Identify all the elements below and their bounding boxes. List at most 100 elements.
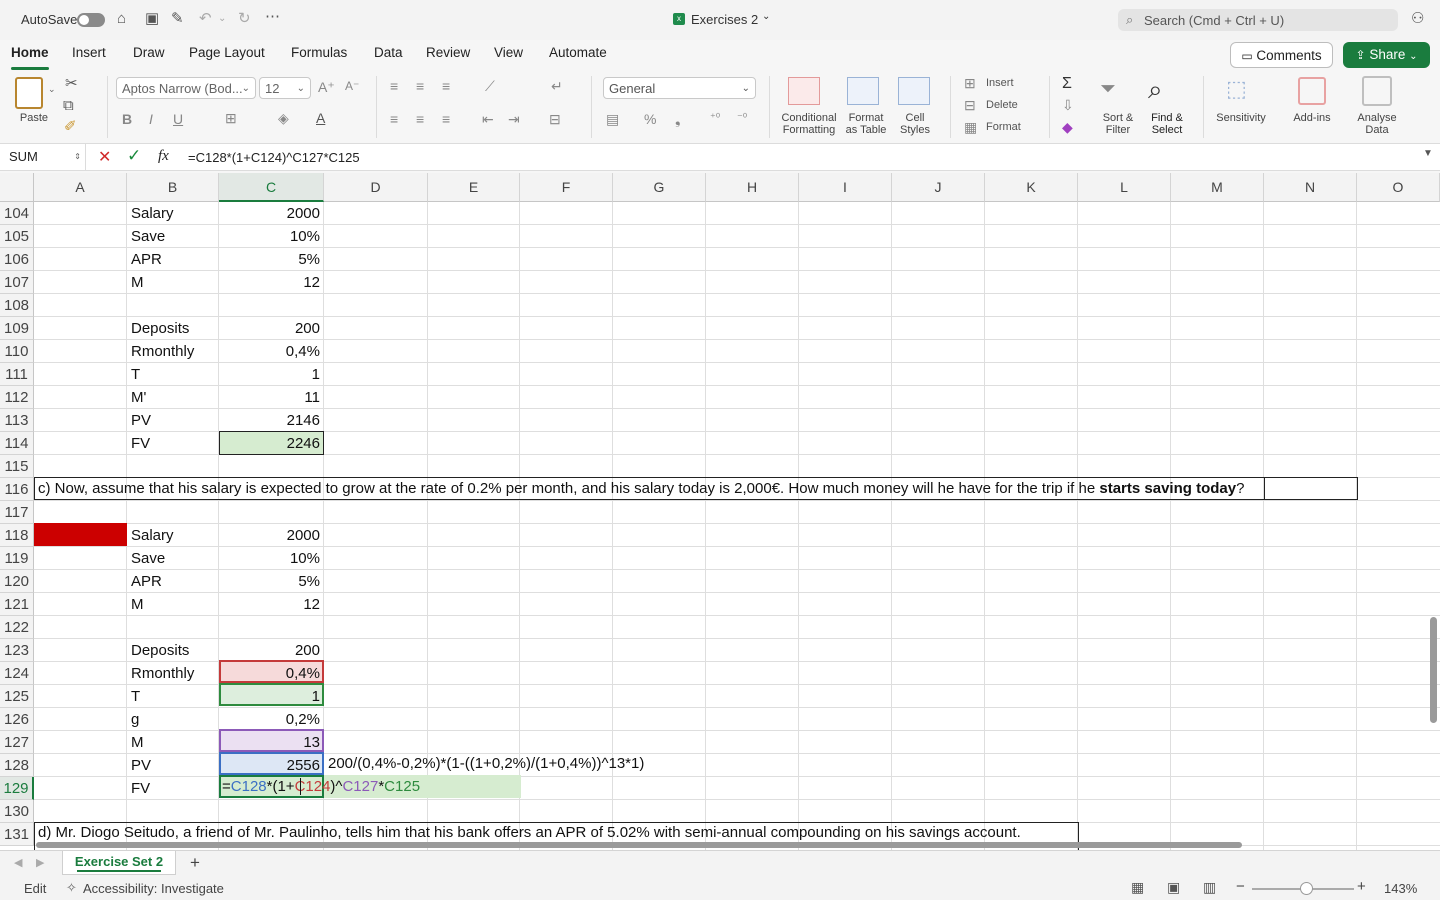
save-icon[interactable]: ▣ <box>145 11 159 27</box>
cell-b123[interactable]: Deposits <box>127 639 219 662</box>
increase-indent-icon[interactable]: ⇥ <box>508 111 520 128</box>
column-header-l[interactable]: L <box>1078 173 1171 202</box>
cell-c121[interactable]: 12 <box>219 593 324 616</box>
column-header-e[interactable]: E <box>428 173 520 202</box>
cell-c120[interactable]: 5% <box>219 570 324 593</box>
cut-icon[interactable]: ✂ <box>65 76 78 92</box>
column-header-n[interactable]: N <box>1264 173 1357 202</box>
row-header-104[interactable]: 104 <box>0 202 34 225</box>
row-header-130[interactable]: 130 <box>0 800 34 823</box>
cell-d128-note[interactable]: 200/(0,4%-0,2%)*(1-((1+0,2%)/(1+0,4%))^1… <box>324 752 644 775</box>
cell-b121[interactable]: M <box>127 593 219 616</box>
row-header-129[interactable]: 129 <box>0 777 34 800</box>
increase-font-icon[interactable]: A⁺ <box>318 79 335 96</box>
cell-c110[interactable]: 0,4% <box>219 340 324 363</box>
column-header-b[interactable]: B <box>127 173 219 202</box>
search-box[interactable]: ⌕ Search (Cmd + Ctrl + U) <box>1118 9 1398 31</box>
cell-b127[interactable]: M <box>127 731 219 754</box>
cell-c107[interactable]: 12 <box>219 271 324 294</box>
row-header-113[interactable]: 113 <box>0 409 34 432</box>
column-header-f[interactable]: F <box>520 173 613 202</box>
autosum-icon[interactable]: Σ <box>1062 75 1072 93</box>
document-title[interactable]: Exercises 2 <box>691 12 758 27</box>
format-cells-icon[interactable]: ▦ <box>964 119 977 136</box>
clear-icon[interactable]: ◆ <box>1062 119 1073 136</box>
cell-c125[interactable]: 1 <box>219 685 324 708</box>
cell-b125[interactable]: T <box>127 685 219 708</box>
undo-dropdown-icon[interactable]: ⌄ <box>218 11 226 27</box>
tab-insert[interactable]: Insert <box>72 45 106 60</box>
zoom-level[interactable]: 143% <box>1384 881 1417 896</box>
row-header-120[interactable]: 120 <box>0 570 34 593</box>
cell-c111[interactable]: 1 <box>219 363 324 386</box>
expand-formula-icon[interactable]: ▼ <box>1423 148 1433 159</box>
format-cells-label[interactable]: Format <box>986 121 1021 133</box>
row-header-131[interactable]: 131 <box>0 823 34 846</box>
increase-decimal-icon[interactable]: ⁺⁰ <box>710 111 720 124</box>
row-header-123[interactable]: 123 <box>0 639 34 662</box>
delete-cells-icon[interactable]: ⊟ <box>964 97 976 114</box>
find-select-icon[interactable]: ⌕ <box>1148 74 1163 106</box>
comma-style-icon[interactable]: ❟ <box>675 111 681 128</box>
comments-button[interactable]: ▭ Comments <box>1230 42 1333 68</box>
more-icon[interactable]: ⋯ <box>265 9 280 25</box>
cell-a131-text[interactable]: d) Mr. Diogo Seitudo, a friend of Mr. Pa… <box>34 821 1021 844</box>
decrease-indent-icon[interactable]: ⇤ <box>482 111 494 128</box>
row-header-118[interactable]: 118 <box>0 524 34 547</box>
cell-c119[interactable]: 10% <box>219 547 324 570</box>
cell-b107[interactable]: M <box>127 271 219 294</box>
borders-icon[interactable]: ⊞ <box>225 110 237 127</box>
fill-color-icon[interactable]: ◈ <box>278 110 289 127</box>
copy-icon[interactable]: ⧉ <box>63 98 74 114</box>
row-header-125[interactable]: 125 <box>0 685 34 708</box>
zoom-slider-thumb[interactable] <box>1300 882 1313 895</box>
italic-icon[interactable]: I <box>149 111 153 127</box>
title-dropdown-icon[interactable]: ⌄ <box>762 11 770 22</box>
cell-a118-red[interactable] <box>34 523 127 546</box>
page-layout-view-icon[interactable]: ▣ <box>1167 879 1180 896</box>
cell-b110[interactable]: Rmonthly <box>127 340 219 363</box>
tab-view[interactable]: View <box>494 45 523 60</box>
align-bottom-icon[interactable]: ≡ <box>442 78 450 94</box>
cell-c123[interactable]: 200 <box>219 639 324 662</box>
share-button[interactable]: ⇪ Share ⌄ <box>1343 42 1430 68</box>
cell-c106[interactable]: 5% <box>219 248 324 271</box>
cell-b111[interactable]: T <box>127 363 219 386</box>
row-header-115[interactable]: 115 <box>0 455 34 478</box>
zoom-in-icon[interactable]: + <box>1357 878 1366 895</box>
cell-c112[interactable]: 11 <box>219 386 324 409</box>
orientation-icon[interactable]: ⟋ <box>485 78 495 95</box>
vertical-scrollbar[interactable] <box>1430 617 1437 723</box>
row-header-127[interactable]: 127 <box>0 731 34 754</box>
row-header-114[interactable]: 114 <box>0 432 34 455</box>
row-header-117[interactable]: 117 <box>0 501 34 524</box>
decrease-decimal-icon[interactable]: ⁻⁰ <box>737 111 747 124</box>
bold-icon[interactable]: B <box>122 111 132 127</box>
tab-home[interactable]: Home <box>11 45 49 70</box>
tab-page-layout[interactable]: Page Layout <box>189 45 265 60</box>
align-middle-icon[interactable]: ≡ <box>416 78 424 94</box>
align-right-icon[interactable]: ≡ <box>442 111 450 127</box>
paste-icon[interactable] <box>15 77 43 109</box>
row-header-105[interactable]: 105 <box>0 225 34 248</box>
row-header-128[interactable]: 128 <box>0 754 34 777</box>
cell-c104[interactable]: 2000 <box>219 202 324 225</box>
row-header-112[interactable]: 112 <box>0 386 34 409</box>
row-header-119[interactable]: 119 <box>0 547 34 570</box>
column-header-m[interactable]: M <box>1171 173 1264 202</box>
row-header-109[interactable]: 109 <box>0 317 34 340</box>
column-header-d[interactable]: D <box>324 173 428 202</box>
cell-styles-icon[interactable] <box>898 77 930 105</box>
row-header-121[interactable]: 121 <box>0 593 34 616</box>
font-color-icon[interactable]: A <box>316 110 325 126</box>
row-header-110[interactable]: 110 <box>0 340 34 363</box>
cell-b114[interactable]: FV <box>127 432 219 455</box>
delete-cells-label[interactable]: Delete <box>986 99 1018 111</box>
row-header-126[interactable]: 126 <box>0 708 34 731</box>
underline-icon[interactable]: U <box>173 111 183 127</box>
cell-c124[interactable]: 0,4% <box>219 662 324 685</box>
select-all-corner[interactable] <box>0 173 34 202</box>
tab-data[interactable]: Data <box>374 45 403 60</box>
column-header-j[interactable]: J <box>892 173 985 202</box>
cell-c118[interactable]: 2000 <box>219 524 324 547</box>
